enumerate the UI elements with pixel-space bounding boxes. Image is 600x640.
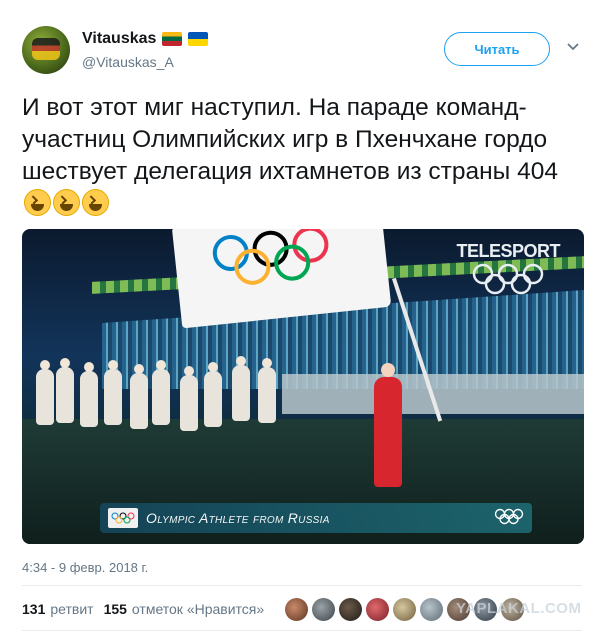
- flag-bearer: [374, 363, 402, 487]
- retweet-label: ретвит: [50, 601, 94, 617]
- liker-avatar[interactable]: [312, 598, 335, 621]
- retweet-stat[interactable]: 131 ретвит: [22, 601, 94, 617]
- like-count: 155: [103, 601, 127, 617]
- athlete: [130, 364, 148, 429]
- athlete: [232, 356, 250, 421]
- athlete: [152, 360, 170, 425]
- liker-avatar[interactable]: [393, 598, 416, 621]
- follow-button[interactable]: Читать: [444, 32, 550, 66]
- divider: [22, 585, 582, 586]
- athlete: [258, 358, 276, 423]
- ukraine-flag-icon: [188, 32, 209, 46]
- user-handle[interactable]: @Vitauskas_A: [82, 54, 174, 70]
- olympic-rings-icon: [494, 508, 524, 525]
- avatar[interactable]: [22, 26, 70, 74]
- olympic-rings-icon: [212, 229, 329, 285]
- olympic-rings-icon: [472, 263, 544, 295]
- tweet-body: И вот этот миг наступил. На параде коман…: [22, 94, 558, 185]
- athlete: [36, 360, 54, 425]
- tweet-text: И вот этот миг наступил. На параде коман…: [22, 92, 582, 220]
- broadcast-lower-third: Olympic Athlete from Russia: [100, 503, 532, 533]
- liker-avatar[interactable]: [339, 598, 362, 621]
- like-label: отметок «Нравится»: [131, 601, 265, 617]
- athlete: [204, 362, 222, 427]
- athlete: [104, 360, 122, 425]
- display-name[interactable]: Vitauskas: [82, 30, 156, 48]
- liker-avatar[interactable]: [366, 598, 389, 621]
- olympic-rings-icon: [108, 508, 138, 528]
- liker-avatar[interactable]: [420, 598, 443, 621]
- divider: [22, 630, 582, 631]
- grinning-squinting-face-icon: [82, 189, 109, 216]
- athlete: [180, 366, 198, 431]
- athlete: [80, 362, 98, 427]
- tweet-stats: 131 ретвит 155 отметок «Нравится»: [22, 601, 274, 617]
- grinning-squinting-face-icon: [53, 189, 80, 216]
- channel-name: TELESPORT: [456, 241, 560, 261]
- grinning-squinting-face-icon: [24, 189, 51, 216]
- broadcast-caption: Olympic Athlete from Russia: [146, 510, 330, 526]
- retweet-count: 131: [22, 601, 46, 617]
- lithuania-flag-icon: [162, 32, 183, 46]
- tweet-timestamp[interactable]: 4:34 - 9 февр. 2018 г.: [22, 560, 148, 575]
- like-stat[interactable]: 155 отметок «Нравится»: [104, 601, 265, 617]
- chevron-down-icon[interactable]: [566, 40, 580, 54]
- liker-avatar[interactable]: [285, 598, 308, 621]
- watermark: YAPLAKAL.COM: [456, 600, 582, 617]
- name-row: Vitauskas: [82, 30, 209, 48]
- athlete: [56, 358, 74, 423]
- channel-logo: TELESPORT: [456, 241, 560, 301]
- tweet-header: Vitauskas @Vitauskas_A Читать: [22, 26, 582, 76]
- tweet-photo[interactable]: TELESPORT Olympic Athlete from Russia: [22, 229, 584, 544]
